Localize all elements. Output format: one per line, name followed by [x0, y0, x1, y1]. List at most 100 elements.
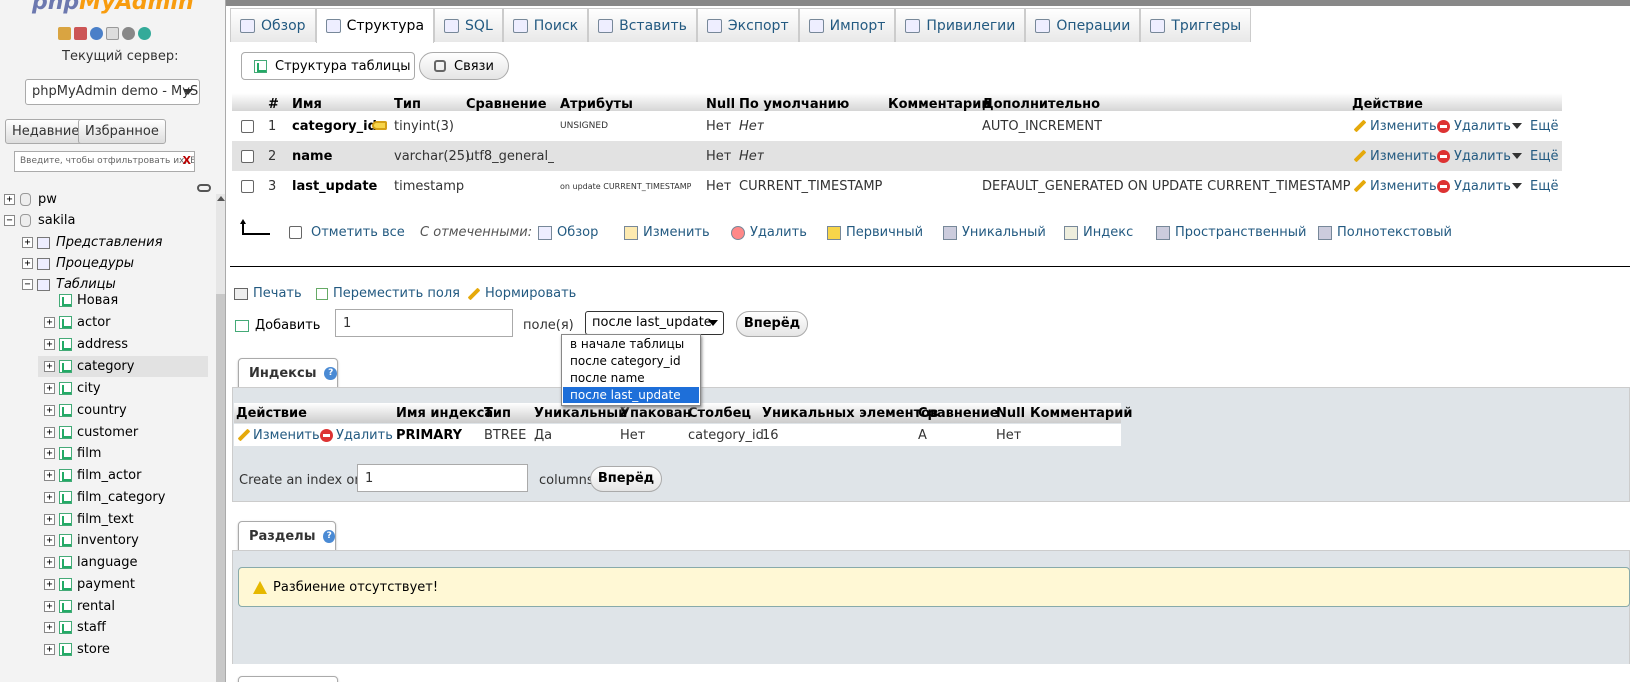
row-more-menu[interactable]: Ещё	[1512, 111, 1558, 141]
expand-icon[interactable]: +	[44, 514, 55, 525]
scroll-up-icon[interactable]	[217, 196, 225, 201]
tree-item-country[interactable]: + country	[0, 400, 127, 421]
bulk-action-5[interactable]: Индекс	[1064, 225, 1133, 240]
expand-icon[interactable]: +	[44, 601, 55, 612]
tree-item-staff[interactable]: + staff	[0, 617, 106, 638]
row-edit-link[interactable]: Изменить	[1352, 111, 1437, 141]
expand-icon[interactable]: +	[44, 405, 55, 416]
tab-6[interactable]: Импорт	[798, 8, 896, 42]
tree-item-film-text[interactable]: + film_text	[0, 509, 134, 530]
bulk-action-7[interactable]: Полнотекстовый	[1318, 225, 1452, 240]
add-position-select[interactable]: после last_update	[585, 311, 724, 335]
bulk-action-2[interactable]: Удалить	[731, 225, 807, 240]
expand-icon[interactable]: +	[44, 361, 55, 372]
expand-icon[interactable]: +	[44, 622, 55, 633]
phpmyadmin-logo[interactable]: phpMyAdmin	[32, 0, 194, 15]
tree-item-language[interactable]: + language	[0, 552, 138, 573]
clear-filter-icon[interactable]: X	[183, 154, 191, 167]
expand-icon[interactable]: +	[22, 237, 33, 248]
reload-icon[interactable]	[138, 27, 151, 40]
tree-item-store[interactable]: + store	[0, 639, 110, 660]
tree-item-category[interactable]: + category	[38, 356, 208, 377]
expand-icon[interactable]: +	[22, 258, 33, 269]
partitions-section-title[interactable]: Разделы?	[238, 521, 336, 551]
row-checkbox[interactable]	[241, 119, 254, 133]
row-checkbox[interactable]	[241, 179, 254, 193]
tab-2[interactable]: SQL	[434, 8, 503, 42]
index-edit-link[interactable]: Изменить	[236, 424, 320, 446]
expand-icon[interactable]: −	[4, 215, 15, 226]
gear-icon[interactable]	[122, 27, 135, 40]
tree-item-inventory[interactable]: + inventory	[0, 530, 139, 551]
move-columns-link[interactable]: Переместить поля	[316, 286, 460, 301]
nav-scrollbar[interactable]	[216, 194, 225, 682]
tree-item-pw[interactable]: + pw	[0, 189, 57, 210]
recent-button[interactable]: Недавние	[5, 119, 87, 144]
expand-icon[interactable]: +	[44, 383, 55, 394]
tree-item-rental[interactable]: + rental	[0, 596, 115, 617]
tab-5[interactable]: Экспорт	[696, 8, 799, 42]
bulk-action-4[interactable]: Уникальный	[943, 225, 1046, 240]
subtab-relations[interactable]: Связи	[419, 52, 509, 80]
row-delete-link[interactable]: Удалить	[1437, 141, 1511, 171]
cell-name[interactable]: name	[292, 141, 332, 171]
row-delete-link[interactable]: Удалить	[1437, 171, 1511, 201]
indexes-section-title[interactable]: Индексы?	[238, 358, 338, 388]
normalize-link[interactable]: Нормировать	[466, 286, 576, 301]
tab-1[interactable]: Структура	[315, 8, 435, 43]
tab-4[interactable]: Вставить	[588, 8, 697, 42]
expand-icon[interactable]: +	[44, 492, 55, 503]
expand-icon[interactable]: +	[44, 557, 55, 568]
cell-name[interactable]: category_id	[292, 111, 377, 141]
print-link[interactable]: Печать	[234, 286, 302, 301]
create-index-go-button[interactable]: Вперёд	[590, 466, 662, 492]
logout-icon[interactable]	[74, 27, 87, 40]
position-option-3[interactable]: после last_update	[563, 387, 699, 403]
tree-item-film-category[interactable]: + film_category	[0, 487, 165, 508]
row-checkbox[interactable]	[241, 149, 254, 163]
expand-icon[interactable]: +	[44, 644, 55, 655]
position-option-1[interactable]: после category_id	[563, 353, 699, 369]
docs-icon[interactable]	[106, 27, 119, 40]
expand-icon[interactable]: +	[44, 470, 55, 481]
row-delete-link[interactable]: Удалить	[1437, 111, 1511, 141]
cell-name[interactable]: last_update	[292, 171, 377, 201]
tree-item-film-actor[interactable]: + film_actor	[0, 465, 141, 486]
tree-item--[interactable]: Новая	[0, 290, 118, 311]
expand-icon[interactable]: +	[44, 448, 55, 459]
tree-item-film[interactable]: + film	[0, 443, 101, 464]
expand-icon[interactable]: +	[44, 339, 55, 350]
position-option-0[interactable]: в начале таблицы	[563, 336, 699, 352]
row-edit-link[interactable]: Изменить	[1352, 141, 1437, 171]
tree-item-customer[interactable]: + customer	[0, 422, 138, 443]
tree-item--[interactable]: + Процедуры	[0, 253, 134, 274]
tab-8[interactable]: Операции	[1025, 8, 1141, 42]
position-option-2[interactable]: после name	[563, 370, 699, 386]
tab-9[interactable]: Триггеры	[1140, 8, 1252, 42]
tree-item-address[interactable]: + address	[0, 334, 128, 355]
tree-item-payment[interactable]: + payment	[0, 574, 135, 595]
server-select[interactable]: phpMyAdmin demo - MyS	[25, 79, 200, 105]
tree-item-sakila[interactable]: − sakila	[0, 210, 75, 231]
nav-filter-input[interactable]: Введите, чтобы отфильтровать их, Ent X	[14, 151, 195, 172]
bulk-action-0[interactable]: Обзор	[538, 225, 598, 240]
tab-7[interactable]: Привилегии	[895, 8, 1026, 42]
expand-icon[interactable]: +	[4, 194, 15, 205]
expand-icon[interactable]: +	[44, 317, 55, 328]
help-icon[interactable]: ?	[323, 529, 335, 543]
expand-icon[interactable]: −	[22, 279, 33, 290]
row-more-menu[interactable]: Ещё	[1512, 141, 1558, 171]
bulk-action-6[interactable]: Пространственный	[1156, 225, 1307, 240]
expand-icon[interactable]: +	[44, 427, 55, 438]
check-all-label[interactable]: Отметить все	[311, 225, 405, 240]
expand-icon[interactable]: +	[44, 535, 55, 546]
row-more-menu[interactable]: Ещё	[1512, 171, 1558, 201]
create-index-count-input[interactable]: 1	[357, 464, 528, 492]
tab-0[interactable]: Обзор	[230, 8, 316, 42]
index-delete-link[interactable]: Удалить	[320, 424, 393, 446]
home-icon[interactable]	[58, 27, 71, 40]
tab-3[interactable]: Поиск	[502, 8, 589, 42]
row-edit-link[interactable]: Изменить	[1352, 171, 1437, 201]
help-icon[interactable]	[90, 27, 103, 40]
tree-item-actor[interactable]: + actor	[0, 312, 111, 333]
